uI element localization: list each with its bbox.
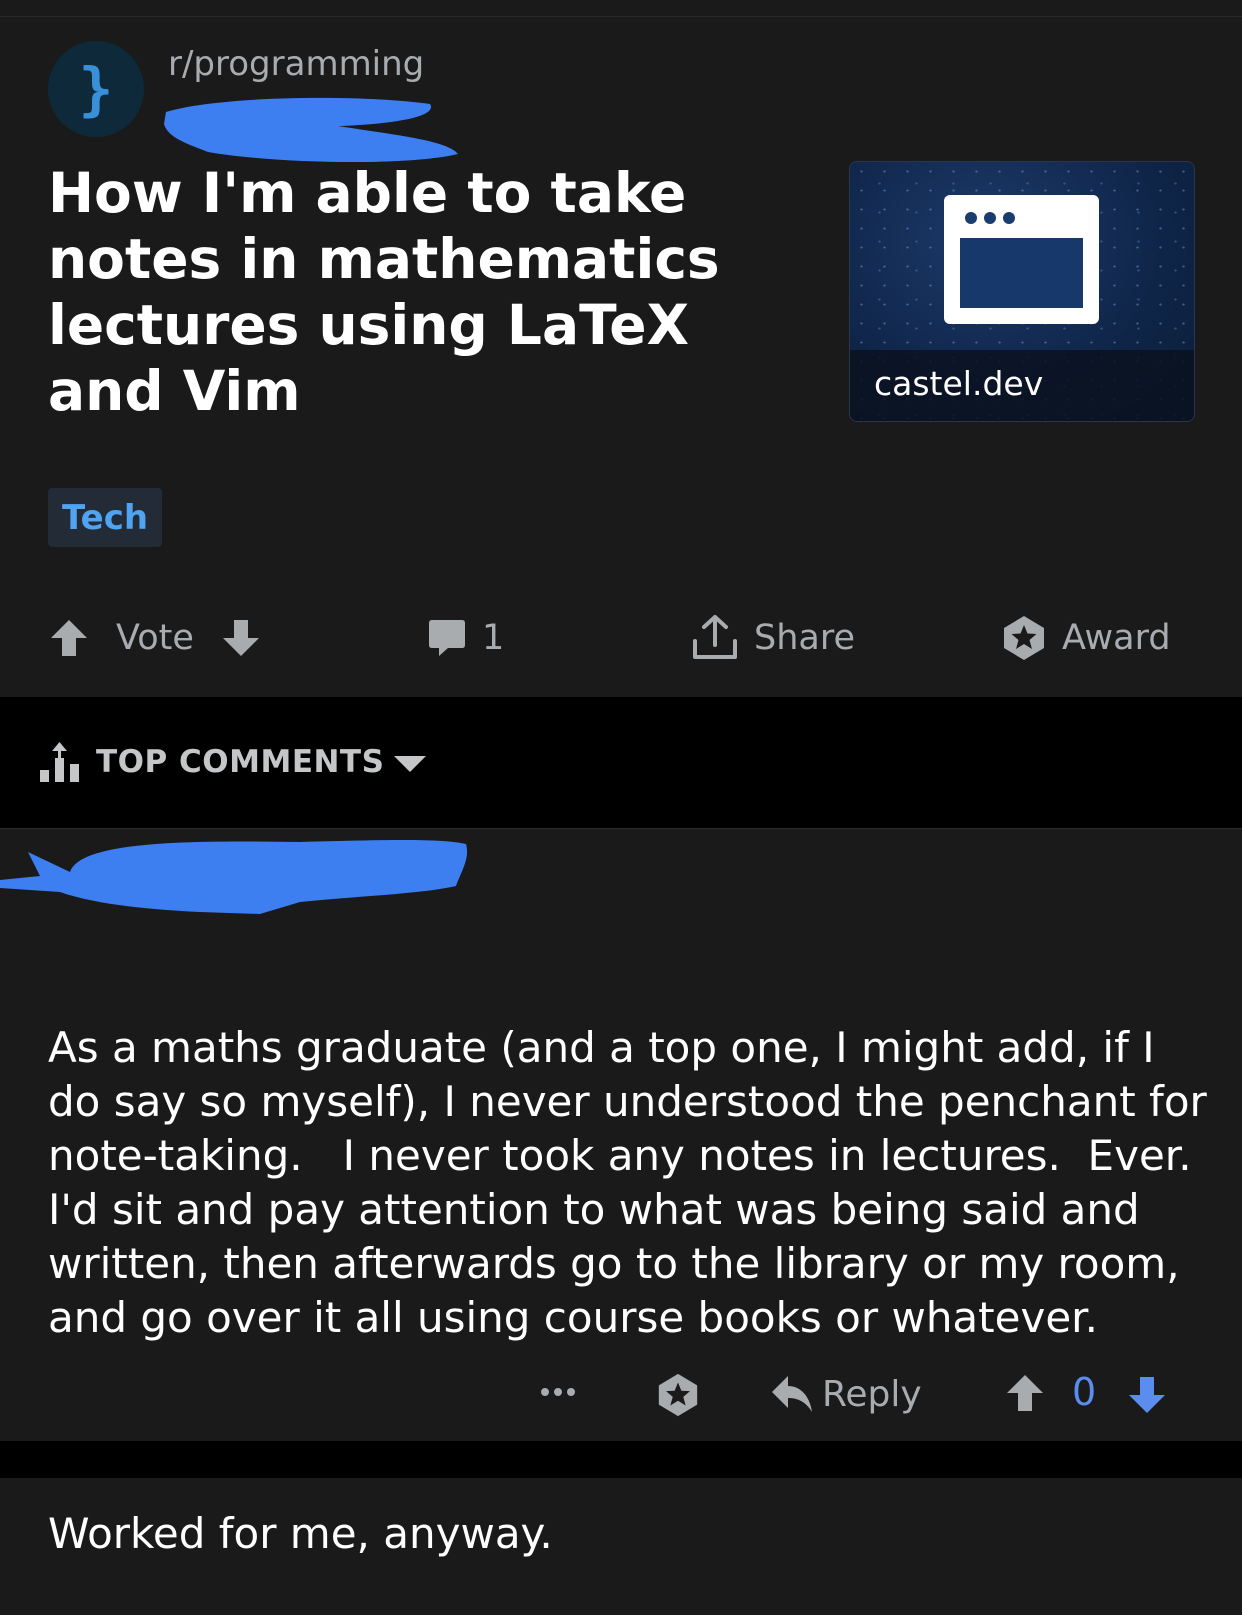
post-actions-bar: Vote 1 Share Award bbox=[0, 600, 1242, 676]
upvote-icon[interactable] bbox=[48, 617, 90, 659]
award-icon bbox=[1004, 616, 1044, 660]
comment-paragraph: As a maths graduate (and a top one, I mi… bbox=[48, 1023, 1207, 1342]
share-label: Share bbox=[754, 618, 856, 658]
sort-bars-icon bbox=[40, 742, 79, 782]
comments-button[interactable]: 1 bbox=[426, 600, 504, 676]
post-title[interactable]: How I'm able to take notes in mathematic… bbox=[48, 160, 808, 424]
comment-count: 1 bbox=[482, 618, 505, 658]
downvote-icon[interactable] bbox=[220, 617, 262, 659]
caret-down-icon bbox=[394, 756, 427, 772]
vote-group: Vote bbox=[48, 600, 262, 676]
post-card: } r/programming How I'm able to take not… bbox=[0, 0, 1242, 697]
upvote-icon[interactable] bbox=[1004, 1372, 1046, 1414]
top-divider bbox=[0, 16, 1242, 17]
post-flair[interactable]: Tech bbox=[48, 488, 163, 547]
browser-window-icon bbox=[944, 195, 1099, 324]
downvote-icon[interactable] bbox=[1126, 1374, 1168, 1416]
link-domain: castel.dev bbox=[874, 364, 1044, 403]
comment-score: 0 bbox=[1072, 1370, 1097, 1414]
sort-selector[interactable]: TOP COMMENTS bbox=[40, 740, 428, 784]
more-icon[interactable] bbox=[540, 1386, 576, 1398]
subreddit-avatar[interactable]: } bbox=[48, 41, 144, 137]
comment-icon bbox=[429, 620, 465, 656]
subreddit-brace-icon: } bbox=[79, 55, 114, 123]
award-button[interactable]: Award bbox=[1000, 600, 1171, 676]
comment-paragraph: Worked for me, anyway. bbox=[48, 1509, 553, 1558]
reply-label: Reply bbox=[822, 1373, 922, 1415]
award-label: Award bbox=[1062, 618, 1171, 658]
subreddit-name[interactable]: r/programming bbox=[168, 44, 424, 84]
reply-icon bbox=[772, 1376, 812, 1412]
award-icon[interactable] bbox=[655, 1372, 701, 1418]
sort-label: TOP COMMENTS bbox=[96, 744, 385, 780]
comment-actions-bar: Reply 0 bbox=[0, 1362, 1242, 1426]
thumbnail-footer: castel.dev bbox=[850, 350, 1194, 421]
comment-body: As a maths graduate (and a top one, I mi… bbox=[48, 913, 1208, 1615]
bottom-edge bbox=[0, 1441, 1242, 1478]
redaction-scribble bbox=[0, 840, 468, 914]
svg-text:}: } bbox=[79, 55, 114, 123]
redaction-scribble bbox=[164, 97, 458, 163]
share-icon bbox=[693, 615, 737, 659]
reply-button[interactable]: Reply bbox=[770, 1368, 922, 1420]
share-button[interactable]: Share bbox=[690, 600, 855, 676]
link-thumbnail[interactable]: castel.dev bbox=[849, 161, 1195, 422]
vote-label: Vote bbox=[116, 618, 194, 658]
